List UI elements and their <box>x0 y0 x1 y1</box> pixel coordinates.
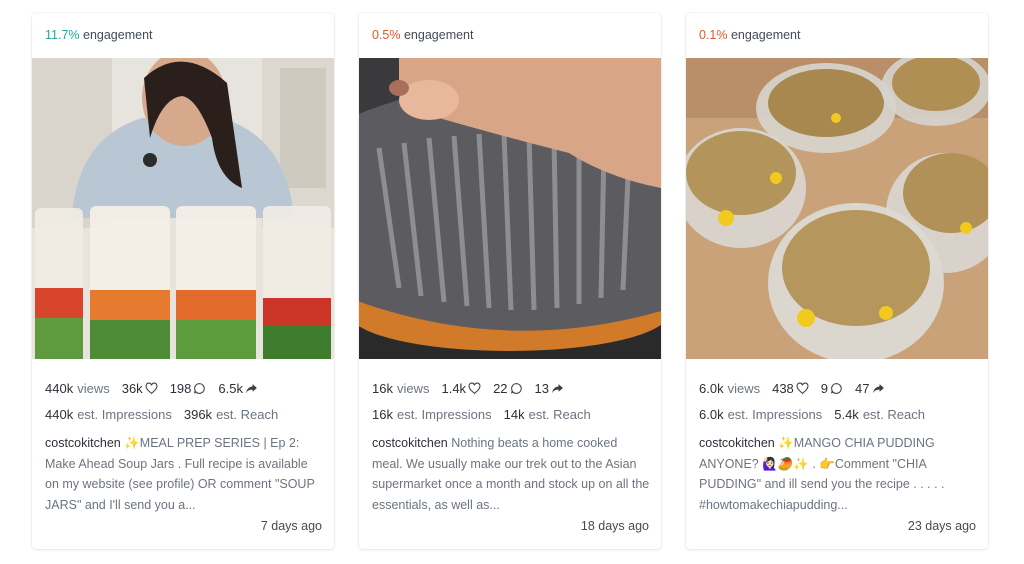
post-card[interactable]: 0.1% engagement 6.0k views 438 9 47 6.0k… <box>686 13 988 549</box>
share-icon <box>872 382 885 395</box>
shares-stat: 13 <box>535 381 564 396</box>
comments-stat: 9 <box>821 381 843 396</box>
username[interactable]: costcokitchen <box>45 436 121 450</box>
views-stat: 440k views <box>45 380 110 396</box>
post-stats: 6.0k views 438 9 47 6.0k est. Impression… <box>699 375 937 427</box>
share-icon <box>551 382 564 395</box>
reach-stat: 396k est. Reach <box>183 406 279 422</box>
username[interactable]: costcokitchen <box>372 436 448 450</box>
comment-icon <box>510 382 523 395</box>
likes-stat: 438 <box>772 381 809 396</box>
impressions-stat: 16k est. Impressions <box>372 406 492 422</box>
post-card[interactable]: 11.7% engagement 440k views 36k 198 6.5k… <box>32 13 334 549</box>
post-date: 18 days ago <box>580 519 649 533</box>
post-stats: 440k views 36k 198 6.5k 440k est. Impres… <box>45 375 290 427</box>
engagement-label: engagement <box>403 28 474 42</box>
engagement-label: engagement <box>730 28 801 42</box>
engagement-rate: 0.1% engagement <box>699 28 801 42</box>
shares-stat: 47 <box>855 381 884 396</box>
post-thumbnail[interactable] <box>32 58 334 359</box>
heart-icon <box>796 381 809 395</box>
post-date: 23 days ago <box>907 519 976 533</box>
engagement-label: engagement <box>83 28 153 42</box>
views-stat: 6.0k views <box>699 380 761 396</box>
comments-stat: 22 <box>493 381 522 396</box>
heart-icon <box>468 381 481 395</box>
post-grid: 11.7% engagement 440k views 36k 198 6.5k… <box>0 0 1024 564</box>
comment-icon <box>193 382 206 395</box>
reach-stat: 5.4k est. Reach <box>834 406 925 422</box>
reach-stat: 14k est. Reach <box>503 406 591 422</box>
engagement-percent: 0.5% <box>372 28 401 42</box>
comment-icon <box>830 382 843 395</box>
post-stats: 16k views 1.4k 22 13 16k est. Impression… <box>372 375 603 427</box>
comments-stat: 198 <box>170 381 207 396</box>
engagement-rate: 11.7% engagement <box>45 28 153 42</box>
post-date: 7 days ago <box>260 519 322 533</box>
post-caption: costcokitchen ✨MEAL PREP SERIES | Ep 2: … <box>45 433 323 515</box>
engagement-percent: 0.1% <box>699 28 728 42</box>
post-thumbnail[interactable] <box>686 58 988 359</box>
impressions-stat: 440k est. Impressions <box>45 406 172 422</box>
post-thumbnail[interactable] <box>359 58 661 359</box>
engagement-percent: 11.7% <box>45 28 80 42</box>
username[interactable]: costcokitchen <box>699 436 775 450</box>
post-card[interactable]: 0.5% engagement 16k views 1.4k 22 13 16k… <box>359 13 661 549</box>
engagement-rate: 0.5% engagement <box>372 28 474 42</box>
impressions-stat: 6.0k est. Impressions <box>699 406 823 422</box>
views-stat: 16k views <box>372 380 430 396</box>
likes-stat: 1.4k <box>441 381 481 396</box>
post-caption: costcokitchen Nothing beats a home cooke… <box>372 433 650 515</box>
share-icon <box>245 382 258 395</box>
shares-stat: 6.5k <box>218 381 258 396</box>
likes-stat: 36k <box>122 381 158 396</box>
heart-icon <box>145 381 158 395</box>
post-caption: costcokitchen ✨MANGO CHIA PUDDING ANYONE… <box>699 433 977 515</box>
